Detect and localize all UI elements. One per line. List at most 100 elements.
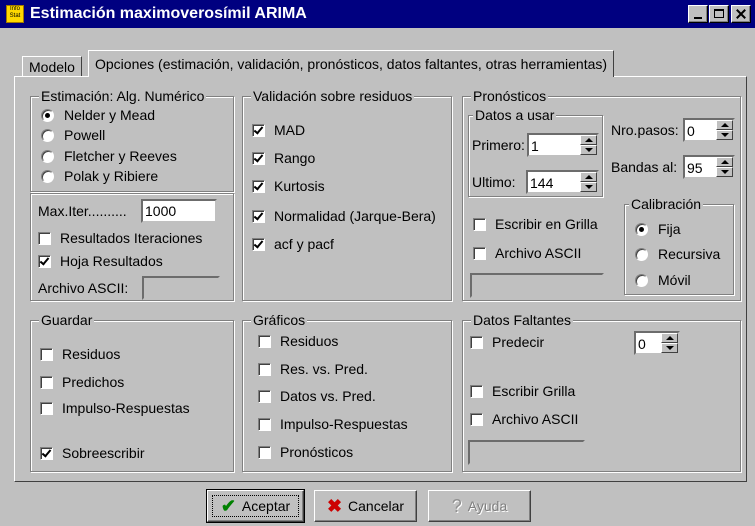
spin-down-button[interactable]: [661, 343, 678, 353]
check-graf-pronosticos[interactable]: Pronósticos: [258, 442, 353, 462]
check-acf-pacf[interactable]: acf y pacf: [252, 234, 334, 254]
check-predichos[interactable]: Predichos: [40, 372, 124, 392]
checkbox-indicator[interactable]: [40, 375, 53, 389]
check-rango[interactable]: Rango: [252, 148, 315, 168]
datos-faltantes-title: Datos Faltantes: [471, 311, 574, 329]
title-bar[interactable]: Info Stat Estimación maximoverosímil ARIM…: [0, 0, 755, 28]
spin-down-button[interactable]: [716, 130, 733, 140]
radio-indicator[interactable]: [41, 128, 54, 142]
checkbox-indicator[interactable]: [470, 412, 483, 426]
radio-indicator[interactable]: [41, 149, 54, 163]
spin-down-button[interactable]: [716, 167, 733, 177]
primero-value: 1: [531, 138, 539, 154]
radio-indicator[interactable]: [635, 247, 648, 261]
spin-up-button[interactable]: [580, 135, 597, 145]
checkbox-indicator[interactable]: [252, 151, 265, 165]
check-sobreescribir[interactable]: Sobreescribir: [40, 443, 144, 463]
check-normalidad[interactable]: Normalidad (Jarque-Bera): [252, 206, 436, 226]
checkbox-indicator[interactable]: [252, 237, 265, 251]
checkbox-indicator[interactable]: [473, 246, 486, 260]
checkbox-indicator[interactable]: [252, 209, 265, 223]
radio-powell[interactable]: Powell: [41, 125, 105, 145]
check-kurtosis[interactable]: Kurtosis: [252, 176, 325, 196]
max-iter-input[interactable]: 1000: [141, 199, 217, 223]
ultimo-value: 144: [530, 175, 554, 191]
check-graf-residuos[interactable]: Residuos: [258, 331, 338, 351]
minimize-button[interactable]: [688, 5, 708, 23]
spin-up-button[interactable]: [580, 172, 597, 182]
pronosticos-title: Pronósticos: [471, 87, 549, 105]
radio-nelder-mead[interactable]: Nelder y Mead: [41, 105, 155, 125]
validacion-title: Validación sobre residuos: [251, 87, 415, 105]
radio-fletcher-reeves[interactable]: Fletcher y Reeves: [41, 146, 177, 166]
guardar-title: Guardar: [39, 311, 95, 329]
checkbox-indicator[interactable]: [470, 335, 483, 349]
radio-indicator[interactable]: [635, 222, 648, 236]
predecir-spinner[interactable]: 0: [634, 331, 680, 355]
nro-pasos-spinner[interactable]: 0: [683, 118, 735, 142]
checkbox-indicator[interactable]: [258, 417, 271, 431]
check-df-escribir-grilla[interactable]: Escribir Grilla: [470, 381, 575, 401]
pronosticos-archivo-input[interactable]: [470, 273, 604, 298]
df-archivo-input[interactable]: [468, 440, 585, 465]
radio-polak-ribiere[interactable]: Polak y Ribiere: [41, 166, 158, 186]
check-datos-vs-pred[interactable]: Datos vs. Pred.: [258, 386, 376, 406]
graficos-title: Gráficos: [251, 311, 308, 329]
check-res-vs-pred[interactable]: Res. vs. Pred.: [258, 359, 368, 379]
checkbox-indicator[interactable]: [258, 445, 271, 459]
bandas-spinner[interactable]: 95: [683, 155, 735, 179]
check-resultados-iteraciones[interactable]: Resultados Iteraciones: [38, 228, 202, 248]
checkbox-indicator[interactable]: [258, 362, 271, 376]
spin-up-button[interactable]: [716, 120, 733, 130]
primero-spinner[interactable]: 1: [527, 133, 599, 157]
ayuda-button[interactable]: ? Ayuda: [428, 490, 531, 522]
maximize-button[interactable]: [709, 5, 729, 23]
checkbox-indicator[interactable]: [252, 179, 265, 193]
bandas-value: 95: [687, 160, 703, 176]
nro-pasos-label: Nro.pasos:: [611, 122, 679, 138]
checkbox-indicator[interactable]: [258, 389, 271, 403]
x-icon: ✖: [326, 496, 343, 516]
archivo-ascii-input[interactable]: [142, 276, 220, 300]
aceptar-button[interactable]: ✔ Aceptar: [206, 489, 305, 523]
radio-indicator[interactable]: [41, 108, 54, 122]
predecir-value: 0: [638, 336, 646, 352]
check-graf-impulso[interactable]: Impulso-Respuestas: [258, 414, 408, 434]
ultimo-spinner[interactable]: 144: [526, 170, 599, 194]
radio-indicator[interactable]: [635, 273, 648, 287]
check-guardar-impulso[interactable]: Impulso-Respuestas: [40, 398, 190, 418]
checkbox-indicator[interactable]: [473, 217, 486, 231]
tab-opciones[interactable]: Opciones (estimación, validación, pronós…: [88, 50, 615, 77]
estimacion-title: Estimación: Alg. Numérico: [39, 87, 207, 105]
check-hoja-resultados[interactable]: Hoja Resultados: [38, 251, 163, 271]
tab-modelo[interactable]: Modelo: [22, 56, 82, 76]
checkbox-indicator[interactable]: [258, 334, 271, 348]
check-guardar-residuos[interactable]: Residuos: [40, 344, 120, 364]
radio-fija[interactable]: Fija: [635, 219, 681, 239]
radio-recursiva[interactable]: Recursiva: [635, 244, 720, 264]
archivo-ascii-label: Archivo ASCII:: [38, 280, 129, 296]
spin-down-button[interactable]: [580, 145, 597, 155]
check-archivo-ascii[interactable]: Archivo ASCII: [473, 243, 581, 263]
close-button[interactable]: [731, 5, 751, 23]
spin-up-button[interactable]: [661, 333, 678, 343]
spin-up-button[interactable]: [716, 157, 733, 167]
help-question-icon: ?: [451, 496, 462, 516]
radio-movil[interactable]: Móvil: [635, 270, 691, 290]
focus-rect: [212, 495, 299, 517]
checkbox-indicator[interactable]: [38, 254, 51, 268]
check-predecir[interactable]: Predecir: [470, 332, 544, 352]
check-escribir-grilla[interactable]: Escribir en Grilla: [473, 214, 598, 234]
radio-indicator[interactable]: [41, 169, 54, 183]
check-df-archivo-ascii[interactable]: Archivo ASCII: [470, 409, 578, 429]
primero-label: Primero:: [472, 137, 525, 153]
checkbox-indicator[interactable]: [252, 123, 265, 137]
checkbox-indicator[interactable]: [38, 231, 51, 245]
checkbox-indicator[interactable]: [40, 446, 53, 460]
checkbox-indicator[interactable]: [40, 347, 53, 361]
check-mad[interactable]: MAD: [252, 120, 305, 140]
checkbox-indicator[interactable]: [470, 384, 483, 398]
spin-down-button[interactable]: [580, 182, 597, 192]
cancelar-button[interactable]: ✖ Cancelar: [314, 490, 417, 522]
checkbox-indicator[interactable]: [40, 401, 53, 415]
